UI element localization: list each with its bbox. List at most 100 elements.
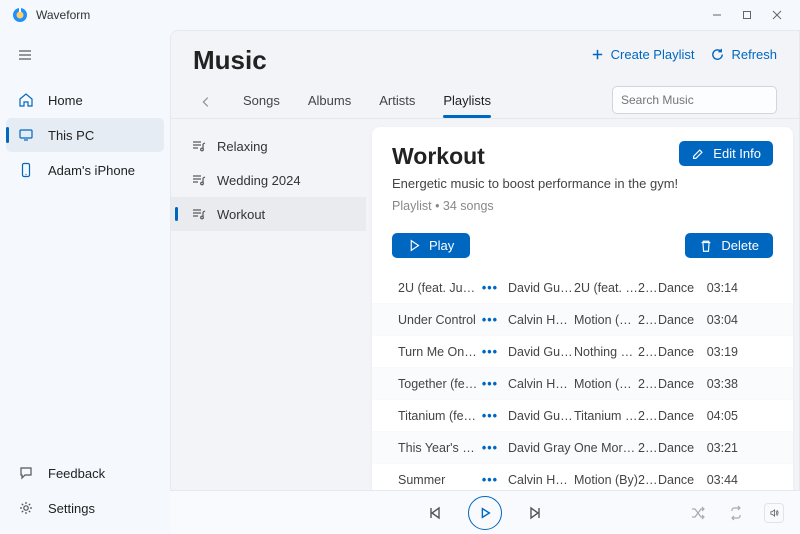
track-genre: Dance	[658, 409, 702, 423]
track-title: Titanium (feat. Sia)	[398, 409, 478, 423]
track-more-button[interactable]: •••	[478, 281, 502, 295]
track-title: Under Control	[398, 313, 478, 327]
back-button[interactable]	[193, 88, 219, 116]
shuffle-icon	[690, 505, 706, 521]
track-row[interactable]: This Year's Love•••David GrayOne More Ti…	[372, 432, 793, 464]
skip-next-icon	[527, 505, 543, 521]
track-title: Summer	[398, 473, 478, 487]
playlist-description: Energetic music to boost performance in …	[392, 176, 773, 191]
track-artist: David Guetta	[508, 409, 574, 423]
track-album: Motion (Bonus)	[574, 313, 638, 327]
playlist-item-label: Wedding 2024	[217, 173, 301, 188]
track-row[interactable]: 2U (feat. Justin Bieber)•••David Guetta2…	[372, 272, 793, 304]
edit-info-button[interactable]: Edit Info	[679, 141, 773, 166]
search-input[interactable]	[621, 93, 776, 107]
home-icon	[18, 92, 34, 108]
tab-songs[interactable]: Songs	[229, 87, 294, 118]
track-year: 2014	[638, 377, 658, 391]
playlist-icon	[191, 206, 207, 222]
playlist-item-wedding[interactable]: Wedding 2024	[171, 163, 366, 197]
trash-icon	[699, 239, 713, 253]
next-button[interactable]	[524, 502, 546, 524]
track-artist: Calvin Harris	[508, 473, 574, 487]
play-label: Play	[429, 238, 454, 253]
track-more-button[interactable]: •••	[478, 313, 502, 327]
track-row[interactable]: Turn Me On (feat. Nicki Minaj)•••David G…	[372, 336, 793, 368]
nav-feedback[interactable]: Feedback	[6, 456, 164, 490]
track-genre: Dance	[658, 473, 702, 487]
track-year: 2024	[638, 441, 658, 455]
track-title: Turn Me On (feat. Nicki Minaj)	[398, 345, 478, 359]
player-bar	[170, 490, 800, 534]
nav-adams-iphone-label: Adam's iPhone	[48, 163, 135, 178]
nav-this-pc[interactable]: This PC	[6, 118, 164, 152]
track-year: 2011	[638, 345, 658, 359]
track-genre: Dance	[658, 345, 702, 359]
nav-feedback-label: Feedback	[48, 466, 105, 481]
gear-icon	[18, 500, 34, 516]
play-pause-button[interactable]	[468, 496, 502, 530]
track-more-button[interactable]: •••	[478, 473, 502, 487]
track-row[interactable]: Titanium (feat. Sia)•••David GuettaTitan…	[372, 400, 793, 432]
nav-this-pc-label: This PC	[48, 128, 94, 143]
playlist-meta: Playlist • 34 songs	[392, 199, 773, 213]
tab-albums[interactable]: Albums	[294, 87, 365, 118]
window-controls	[702, 2, 792, 28]
pencil-icon	[691, 147, 705, 161]
maximize-button[interactable]	[732, 2, 762, 28]
refresh-icon	[710, 47, 725, 62]
create-playlist-button[interactable]: Create Playlist	[590, 47, 695, 62]
close-button[interactable]	[762, 2, 792, 28]
track-more-button[interactable]: •••	[478, 377, 502, 391]
track-genre: Dance	[658, 313, 702, 327]
repeat-button[interactable]	[726, 503, 746, 523]
track-year: 2014	[638, 473, 658, 487]
playlist-item-relaxing[interactable]: Relaxing	[171, 129, 366, 163]
nav-home[interactable]: Home	[6, 83, 164, 117]
track-duration: 03:14	[702, 281, 738, 295]
track-duration: 04:05	[702, 409, 738, 423]
hamburger-button[interactable]	[6, 38, 44, 72]
arrow-left-icon	[199, 95, 213, 109]
track-duration: 03:04	[702, 313, 738, 327]
playlist-detail: Workout Energetic music to boost perform…	[372, 127, 793, 533]
volume-icon	[769, 505, 779, 521]
minimize-button[interactable]	[702, 2, 732, 28]
delete-label: Delete	[721, 238, 759, 253]
app-icon	[12, 7, 28, 23]
repeat-icon	[728, 505, 744, 521]
track-row[interactable]: Under Control•••Calvin HarrisMotion (Bon…	[372, 304, 793, 336]
play-icon	[408, 239, 421, 252]
play-button[interactable]: Play	[392, 233, 470, 258]
search-box[interactable]	[612, 86, 777, 114]
track-more-button[interactable]: •••	[478, 441, 502, 455]
title-bar: Waveform	[0, 0, 800, 30]
playlist-item-label: Relaxing	[217, 139, 268, 154]
nav-adams-iphone[interactable]: Adam's iPhone	[6, 153, 164, 187]
nav-settings[interactable]: Settings	[6, 491, 164, 525]
track-duration: 03:44	[702, 473, 738, 487]
playlist-item-label: Workout	[217, 207, 265, 222]
track-album: Titanium (feat. Sia)	[574, 409, 638, 423]
delete-button[interactable]: Delete	[685, 233, 773, 258]
track-row[interactable]: Together (feat. Gwen Stefani)•••Calvin H…	[372, 368, 793, 400]
refresh-button[interactable]: Refresh	[710, 47, 777, 62]
tab-artists[interactable]: Artists	[365, 87, 429, 118]
tab-playlists[interactable]: Playlists	[429, 87, 505, 118]
track-more-button[interactable]: •••	[478, 345, 502, 359]
page-title: Music	[193, 45, 590, 76]
volume-button[interactable]	[764, 503, 784, 523]
track-more-button[interactable]: •••	[478, 409, 502, 423]
phone-icon	[18, 162, 34, 178]
playlist-icon	[191, 172, 207, 188]
track-artist: Calvin Harris	[508, 377, 574, 391]
track-title: 2U (feat. Justin Bieber)	[398, 281, 478, 295]
playlist-item-workout[interactable]: Workout	[171, 197, 366, 231]
track-genre: Dance	[658, 281, 702, 295]
track-artist: David Gray	[508, 441, 574, 455]
shuffle-button[interactable]	[688, 503, 708, 523]
header: Music Create Playlist Refresh	[171, 31, 799, 76]
previous-button[interactable]	[424, 502, 446, 524]
plus-icon	[590, 47, 605, 62]
nav-home-label: Home	[48, 93, 83, 108]
